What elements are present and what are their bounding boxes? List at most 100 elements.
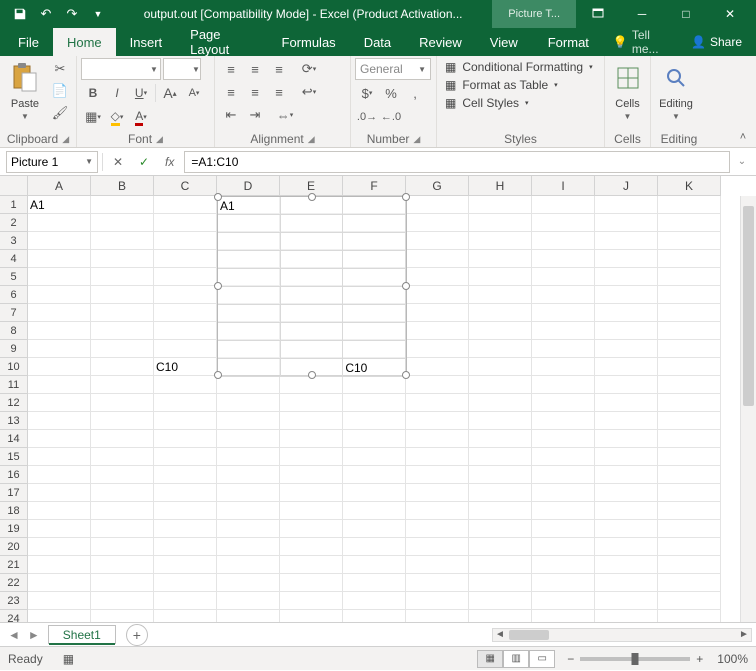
cell[interactable] — [217, 610, 280, 622]
cell[interactable] — [28, 448, 91, 466]
close-icon[interactable]: ✕ — [708, 0, 752, 28]
cell[interactable] — [28, 556, 91, 574]
font-color-button[interactable]: A▾ — [129, 106, 153, 128]
enter-formula-icon[interactable]: ✓ — [133, 151, 155, 173]
cell[interactable] — [595, 430, 658, 448]
ribbon-options-icon[interactable] — [576, 0, 620, 28]
cell[interactable] — [154, 196, 217, 214]
cell[interactable] — [28, 250, 91, 268]
row-header[interactable]: 9 — [0, 340, 28, 358]
minimize-icon[interactable]: ─ — [620, 0, 664, 28]
cell[interactable] — [28, 610, 91, 622]
cell[interactable] — [406, 214, 469, 232]
cell[interactable] — [595, 538, 658, 556]
cell[interactable] — [280, 430, 343, 448]
font-size-combo[interactable]: ▼ — [163, 58, 201, 80]
cell[interactable] — [658, 214, 721, 232]
cell[interactable] — [91, 430, 154, 448]
column-header[interactable]: I — [532, 176, 595, 196]
cell[interactable] — [658, 610, 721, 622]
cell[interactable] — [658, 286, 721, 304]
cell[interactable] — [658, 574, 721, 592]
row-header[interactable]: 5 — [0, 268, 28, 286]
column-header[interactable]: B — [91, 176, 154, 196]
scrollbar-thumb[interactable] — [743, 206, 754, 406]
cell-styles-button[interactable]: ▦Cell Styles▾ — [441, 94, 533, 112]
share-button[interactable]: 👤Share — [681, 35, 752, 49]
cell[interactable] — [532, 340, 595, 358]
cell[interactable] — [28, 592, 91, 610]
cell[interactable] — [91, 592, 154, 610]
cell[interactable] — [469, 322, 532, 340]
cell[interactable] — [406, 286, 469, 304]
merge-center-button[interactable]: ⇔▾ — [273, 104, 297, 126]
row-header[interactable]: 6 — [0, 286, 28, 304]
align-middle-icon[interactable]: ≡ — [243, 58, 267, 80]
cell[interactable] — [532, 196, 595, 214]
cell[interactable] — [469, 592, 532, 610]
cell[interactable] — [91, 394, 154, 412]
cell[interactable] — [595, 214, 658, 232]
tab-view[interactable]: View — [476, 28, 532, 56]
format-as-table-button[interactable]: ▦Format as Table▾ — [441, 76, 562, 94]
cell[interactable] — [595, 574, 658, 592]
cell[interactable] — [406, 394, 469, 412]
cell[interactable] — [532, 538, 595, 556]
cell[interactable] — [217, 394, 280, 412]
maximize-icon[interactable]: □ — [664, 0, 708, 28]
cell[interactable] — [658, 394, 721, 412]
cell[interactable] — [469, 196, 532, 214]
page-layout-view-button[interactable]: ▥ — [503, 650, 529, 668]
cell[interactable] — [91, 286, 154, 304]
cell[interactable] — [91, 196, 154, 214]
cell[interactable] — [28, 322, 91, 340]
cell[interactable] — [532, 574, 595, 592]
wrap-text-button[interactable]: ↩▾ — [297, 81, 321, 103]
cell[interactable] — [280, 412, 343, 430]
cell[interactable] — [406, 520, 469, 538]
conditional-formatting-button[interactable]: ▦Conditional Formatting▾ — [441, 58, 597, 76]
cell[interactable] — [217, 484, 280, 502]
tab-format[interactable]: Format — [534, 28, 603, 56]
orientation-button[interactable]: ⟳▾ — [297, 58, 321, 80]
align-center-icon[interactable]: ≡ — [243, 81, 267, 103]
cell[interactable] — [406, 448, 469, 466]
cell[interactable] — [658, 484, 721, 502]
cell[interactable] — [28, 232, 91, 250]
cell[interactable] — [154, 376, 217, 394]
cell[interactable] — [28, 394, 91, 412]
cell[interactable] — [658, 322, 721, 340]
picture-tools-context-tab[interactable]: Picture T... — [492, 0, 576, 28]
cell[interactable] — [595, 340, 658, 358]
resize-handle-top-left[interactable] — [214, 193, 222, 201]
resize-handle-top-center[interactable] — [308, 193, 316, 201]
cell[interactable] — [91, 484, 154, 502]
column-header[interactable]: A — [28, 176, 91, 196]
row-header[interactable]: 17 — [0, 484, 28, 502]
cell[interactable] — [343, 448, 406, 466]
sheet-nav-prev-icon[interactable]: ◄ — [8, 628, 20, 642]
decrease-decimal-icon[interactable]: ←.0 — [379, 106, 403, 128]
cell[interactable] — [91, 250, 154, 268]
cell[interactable] — [406, 466, 469, 484]
dialog-launcher-icon[interactable]: ◢ — [308, 134, 315, 145]
cell[interactable] — [91, 538, 154, 556]
cell[interactable] — [532, 610, 595, 622]
cut-icon[interactable]: ✂ — [48, 58, 72, 80]
cell[interactable] — [658, 376, 721, 394]
font-family-combo[interactable]: ▼ — [81, 58, 161, 80]
cell[interactable] — [406, 250, 469, 268]
cell[interactable] — [532, 214, 595, 232]
cell[interactable] — [280, 520, 343, 538]
column-header[interactable]: K — [658, 176, 721, 196]
cell[interactable] — [406, 502, 469, 520]
cell[interactable] — [469, 232, 532, 250]
row-header[interactable]: 22 — [0, 574, 28, 592]
select-all-button[interactable] — [0, 176, 28, 196]
cell[interactable] — [469, 304, 532, 322]
dialog-launcher-icon[interactable]: ◢ — [413, 134, 420, 145]
row-header[interactable]: 2 — [0, 214, 28, 232]
cell[interactable] — [154, 394, 217, 412]
cell[interactable] — [154, 412, 217, 430]
format-painter-icon[interactable]: 🖌 — [48, 102, 72, 124]
